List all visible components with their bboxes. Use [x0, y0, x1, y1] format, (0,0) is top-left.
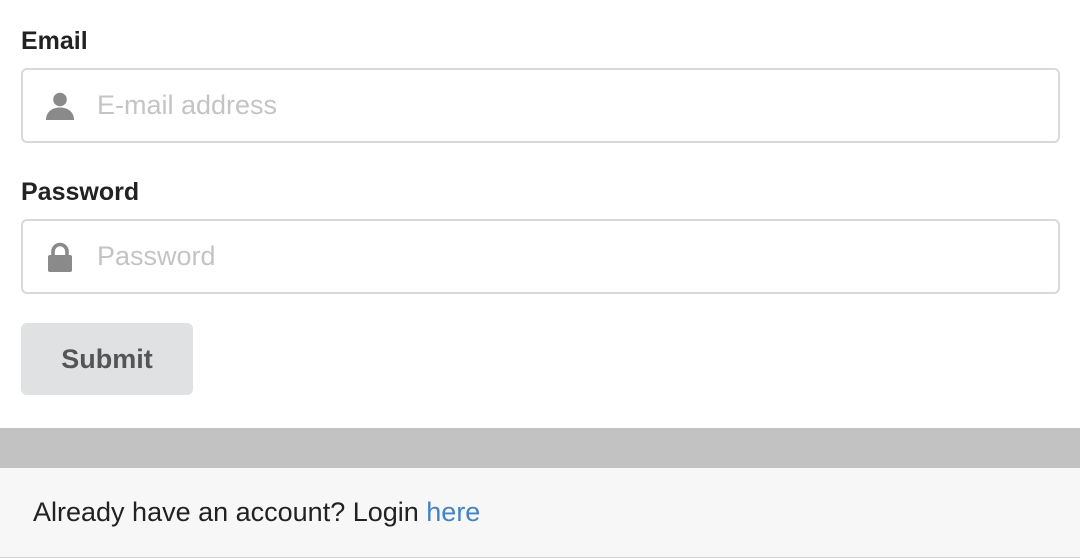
lock-icon	[45, 242, 75, 272]
footer-message: Already have an account? Login here	[0, 468, 1080, 558]
login-link[interactable]: here	[426, 497, 480, 527]
email-input[interactable]	[97, 70, 1037, 141]
user-icon	[45, 91, 75, 121]
password-label: Password	[21, 178, 140, 206]
divider-band	[0, 428, 1080, 468]
footer-prefix-text: Already have an account? Login	[33, 497, 427, 527]
submit-button[interactable]: Submit	[21, 323, 193, 395]
password-field-wrapper[interactable]	[21, 219, 1060, 294]
email-field-wrapper[interactable]	[21, 68, 1060, 143]
footer-text: Already have an account? Login here	[33, 494, 480, 530]
email-label: Email	[21, 27, 88, 55]
password-input[interactable]	[97, 221, 1037, 292]
